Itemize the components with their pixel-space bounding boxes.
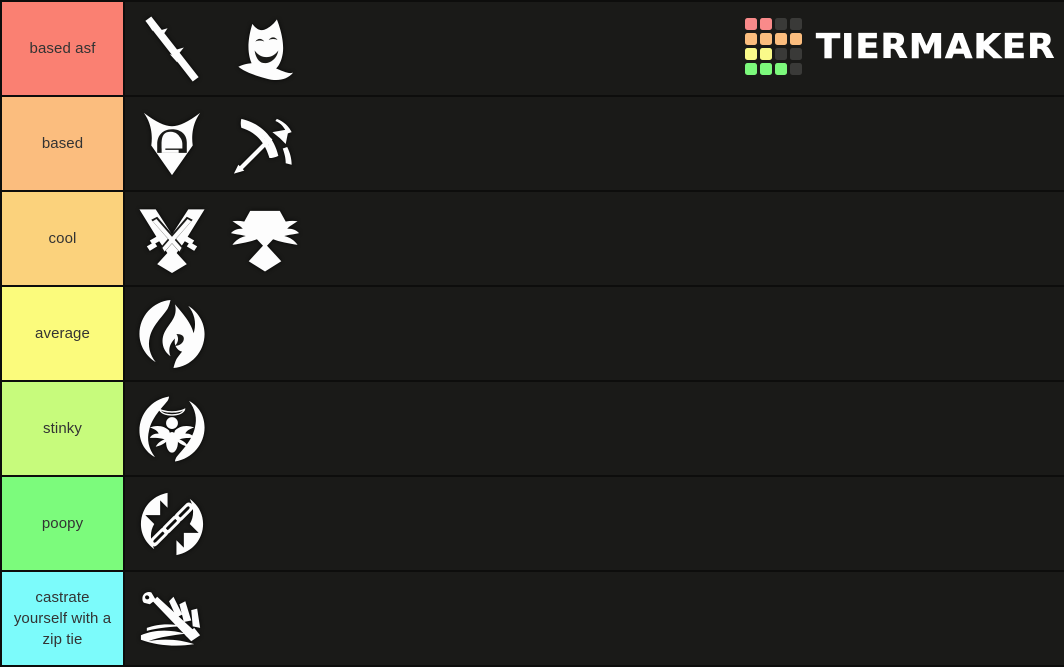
angel-circle-icon — [135, 392, 209, 466]
tier-item-dropzone[interactable] — [125, 382, 1064, 475]
tier-item-dropzone[interactable] — [125, 192, 1064, 285]
tiermaker-grid-cell — [744, 48, 757, 60]
tier-row: poopy — [0, 477, 1064, 572]
tier-label[interactable]: based — [0, 97, 125, 190]
tiermaker-grid-cell — [789, 18, 802, 30]
dagger-slash-icon — [135, 582, 209, 656]
tier-label[interactable]: cool — [0, 192, 125, 285]
tiermaker-grid-cell — [744, 33, 757, 45]
tiermaker-grid-cell — [789, 48, 802, 60]
tiermaker-grid-cell — [789, 63, 802, 75]
crossed-swords-badge-icon — [135, 202, 209, 276]
tier-label[interactable]: stinky — [0, 382, 125, 475]
winged-badge-icon — [228, 202, 302, 276]
flame-circle-icon — [135, 297, 209, 371]
knight-shield-icon — [135, 107, 209, 181]
tier-label[interactable]: average — [0, 287, 125, 380]
tier-item-dropzone[interactable] — [125, 477, 1064, 570]
tier-item[interactable] — [125, 382, 218, 475]
tier-list-board: based asf based cool average stinky poop… — [0, 0, 1064, 667]
tier-row: average — [0, 287, 1064, 382]
tiermaker-grid-cell — [774, 48, 787, 60]
tier-label[interactable]: poopy — [0, 477, 125, 570]
tier-item-dropzone[interactable] — [125, 287, 1064, 380]
tiermaker-grid-cell — [759, 33, 772, 45]
tier-label[interactable]: castrate yourself with a zip tie — [0, 572, 125, 665]
tier-item[interactable] — [125, 287, 218, 380]
tier-row: castrate yourself with a zip tie — [0, 572, 1064, 667]
tier-item-dropzone[interactable] — [125, 572, 1064, 665]
tier-item[interactable] — [125, 97, 218, 190]
tier-item[interactable] — [125, 192, 218, 285]
tier-row: stinky — [0, 382, 1064, 477]
tiermaker-grid-cell — [744, 63, 757, 75]
tiermaker-grid-cell — [789, 33, 802, 45]
tiermaker-wordmark: TIERMAKER — [815, 26, 1056, 67]
tier-item[interactable] — [125, 2, 218, 95]
tier-item[interactable] — [218, 2, 311, 95]
bow-and-arrow-icon — [228, 107, 302, 181]
tier-row: based — [0, 97, 1064, 192]
tiermaker-grid-cell — [774, 18, 787, 30]
tier-row: cool — [0, 192, 1064, 287]
tier-rows-container: based asf based cool average stinky poop… — [0, 0, 1064, 667]
tier-item[interactable] — [125, 572, 218, 665]
tiermaker-grid-cell — [744, 18, 757, 30]
tiermaker-grid-cell — [759, 48, 772, 60]
tiermaker-logo[interactable]: TIERMAKER — [744, 18, 1054, 75]
tier-item[interactable] — [218, 97, 311, 190]
tiermaker-grid-cell — [759, 18, 772, 30]
tiermaker-grid-icon — [744, 18, 802, 75]
tier-item[interactable] — [218, 192, 311, 285]
tiermaker-grid-cell — [774, 63, 787, 75]
comedy-mask-icon — [228, 12, 302, 86]
tier-item[interactable] — [125, 477, 218, 570]
chain-circle-icon — [135, 487, 209, 561]
tier-item-dropzone[interactable] — [125, 97, 1064, 190]
thorny-stick-icon — [135, 12, 209, 86]
tier-label[interactable]: based asf — [0, 2, 125, 95]
tiermaker-grid-cell — [759, 63, 772, 75]
tiermaker-grid-cell — [774, 33, 787, 45]
